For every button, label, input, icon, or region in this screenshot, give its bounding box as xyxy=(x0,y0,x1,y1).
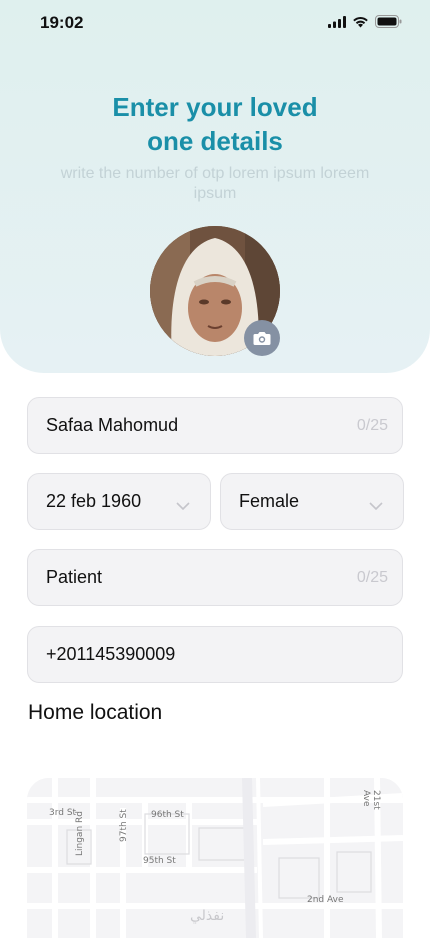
street-label: 97th St xyxy=(119,809,129,842)
status-time: 19:02 xyxy=(40,13,84,32)
street-label: 21st Ave xyxy=(361,790,381,810)
birthdate-value: 22 feb 1960 xyxy=(46,491,142,511)
battery-icon xyxy=(375,15,402,28)
relation-char-counter: 0/25 xyxy=(356,568,388,586)
chevron-down-icon xyxy=(176,502,190,510)
phone-value: +201145390009 xyxy=(46,644,176,664)
street-label: 95th St xyxy=(143,856,176,866)
page-subtitle: write the number of otp lorem ipsum lore… xyxy=(60,165,370,202)
status-bar: 19:02 xyxy=(0,0,430,46)
street-label: 96th St xyxy=(151,810,184,820)
watermark: نفذلي xyxy=(190,908,225,924)
wifi-icon xyxy=(353,16,368,27)
camera-button[interactable] xyxy=(244,320,280,356)
camera-icon xyxy=(253,331,271,345)
home-location-title: Home location xyxy=(28,701,163,724)
status-icons xyxy=(328,15,402,28)
page-title: Enter your loved one details xyxy=(0,90,430,158)
phone-field[interactable]: +201145390009 xyxy=(27,626,403,683)
chevron-down-icon xyxy=(369,502,383,510)
name-value: Safaa Mahomud xyxy=(46,415,179,435)
street-label: 2nd Ave xyxy=(307,895,344,905)
name-field[interactable]: Safaa Mahomud 0/25 xyxy=(27,397,403,454)
name-char-counter: 0/25 xyxy=(356,416,388,434)
relation-value: Patient xyxy=(46,567,103,587)
gender-value: Female xyxy=(239,491,300,511)
relation-field[interactable]: Patient 0/25 xyxy=(27,549,403,606)
page-title-line1: Enter your loved xyxy=(112,92,318,122)
gender-select[interactable]: Female xyxy=(220,473,404,530)
cellular-signal-icon xyxy=(328,15,346,28)
street-label: 3rd St xyxy=(49,808,77,818)
birthdate-select[interactable]: 22 feb 1960 xyxy=(27,473,211,530)
street-label: Lingan Rd xyxy=(75,811,85,856)
page-title-line2: one details xyxy=(147,126,283,156)
